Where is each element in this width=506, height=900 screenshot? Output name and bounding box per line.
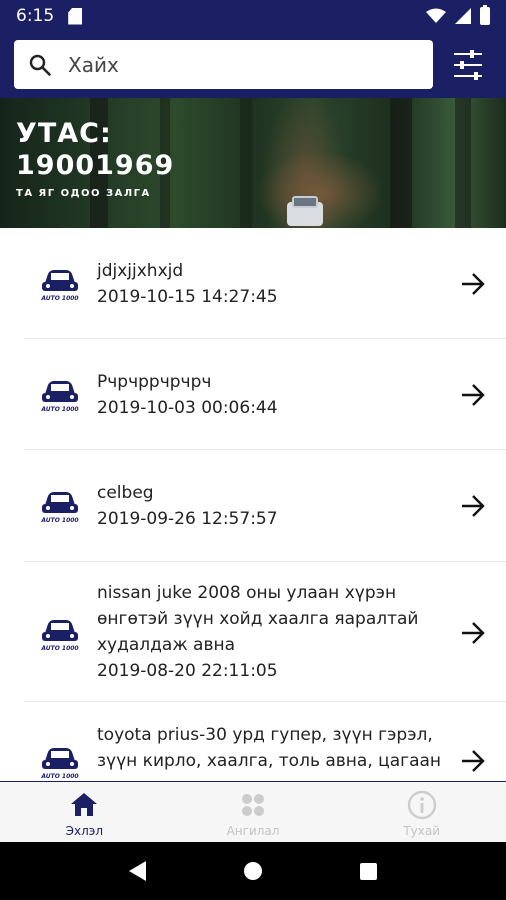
arrow-right-icon[interactable] [460, 620, 486, 646]
nav-item-about[interactable]: Тухай [337, 782, 506, 842]
nav-item-category[interactable]: Ангилал [169, 782, 338, 842]
nav-label-about: Тухай [403, 824, 441, 838]
item-date: 2019-08-20 22:11:05 [97, 661, 278, 681]
banner-car-image [287, 196, 323, 226]
sd-card-icon [68, 7, 83, 25]
auto-logo-icon: AUTO 1000 [40, 748, 79, 780]
info-icon [407, 790, 436, 820]
item-title-line: худалдаж авна [97, 635, 236, 655]
arrow-right-icon[interactable] [460, 493, 486, 519]
svg-text:AUTO 1000: AUTO 1000 [40, 406, 78, 413]
recent-apps-icon[interactable] [360, 862, 377, 880]
system-nav-bar [0, 842, 506, 900]
back-icon[interactable] [129, 861, 146, 881]
filter-icon [454, 50, 482, 58]
home-circle-icon[interactable] [244, 862, 262, 880]
item-date: 2019-10-15 14:27:45 [97, 287, 278, 307]
list-item[interactable]: AUTO 1000 Рчрчррчрчрч 2019-10-03 00:06:4… [24, 339, 506, 450]
signal-icon [455, 8, 471, 24]
status-bar: 6:15 [0, 0, 506, 32]
auto-logo-icon: AUTO 1000 [40, 620, 79, 652]
item-title: celbeg [97, 483, 154, 503]
list-item[interactable]: AUTO 1000 nissan juke 2008 оны улаан хүр… [24, 562, 506, 702]
home-icon [71, 793, 98, 816]
nav-label-home: Эхлэл [65, 824, 104, 838]
filter-button[interactable] [452, 50, 484, 80]
item-title: Рчрчррчрчрч [97, 372, 212, 392]
battery-icon [480, 5, 490, 25]
bottom-nav: Эхлэл Ангилал Тухай [0, 781, 506, 842]
item-title: jdjxjjxhxjd [97, 261, 184, 281]
item-title-line: nissan juke 2008 оны улаан хүрэн [97, 583, 397, 603]
item-date: 2019-10-03 00:06:44 [97, 398, 278, 418]
nav-label-category: Ангилал [226, 824, 280, 838]
svg-text:AUTO 1000: AUTO 1000 [40, 517, 78, 524]
banner-subtitle: ТА ЯГ ОДОО ЗАЛГА [16, 188, 151, 199]
promo-banner[interactable]: УТАС: 19001969 ТА ЯГ ОДОО ЗАЛГА [0, 98, 506, 228]
status-time: 6:15 [16, 6, 55, 26]
auto-logo-icon: AUTO 1000 [40, 492, 79, 524]
nav-item-home[interactable]: Эхлэл [0, 782, 169, 842]
wifi-icon [426, 8, 446, 23]
svg-text:AUTO 1000: AUTO 1000 [40, 645, 78, 652]
item-title-line: зүүн кирло, хаалга, толь авна, цагаан [97, 751, 442, 771]
banner-title: УТАС: 19001969 [16, 118, 175, 181]
list-item[interactable]: AUTO 1000 jdjxjjxhxjd 2019-10-15 14:27:4… [24, 228, 506, 339]
status-icons [426, 5, 490, 25]
search-icon [29, 54, 51, 76]
arrow-right-icon[interactable] [460, 382, 486, 408]
list-item[interactable]: AUTO 1000 celbeg 2019-09-26 12:57:57 [24, 450, 506, 562]
svg-text:AUTO 1000: AUTO 1000 [40, 773, 78, 780]
item-date: 2019-09-26 12:57:57 [97, 509, 278, 529]
auto-logo-icon: AUTO 1000 [40, 381, 79, 413]
category-icon [242, 794, 264, 816]
item-title-line: өнгөтэй зүүн хойд хаалга яаралтай [97, 609, 419, 629]
listing-list: AUTO 1000 jdjxjjxhxjd 2019-10-15 14:27:4… [0, 228, 506, 802]
auto-logo-icon: AUTO 1000 [40, 270, 79, 302]
svg-text:AUTO 1000: AUTO 1000 [40, 295, 78, 302]
arrow-right-icon[interactable] [460, 748, 486, 774]
item-title-line: toyota prius-30 урд гупер, зүүн гэрэл, [97, 725, 433, 745]
search-input[interactable]: Хайх [14, 40, 433, 89]
search-placeholder: Хайх [68, 52, 119, 77]
arrow-right-icon[interactable] [460, 271, 486, 297]
app-bar: Хайх [0, 32, 506, 98]
